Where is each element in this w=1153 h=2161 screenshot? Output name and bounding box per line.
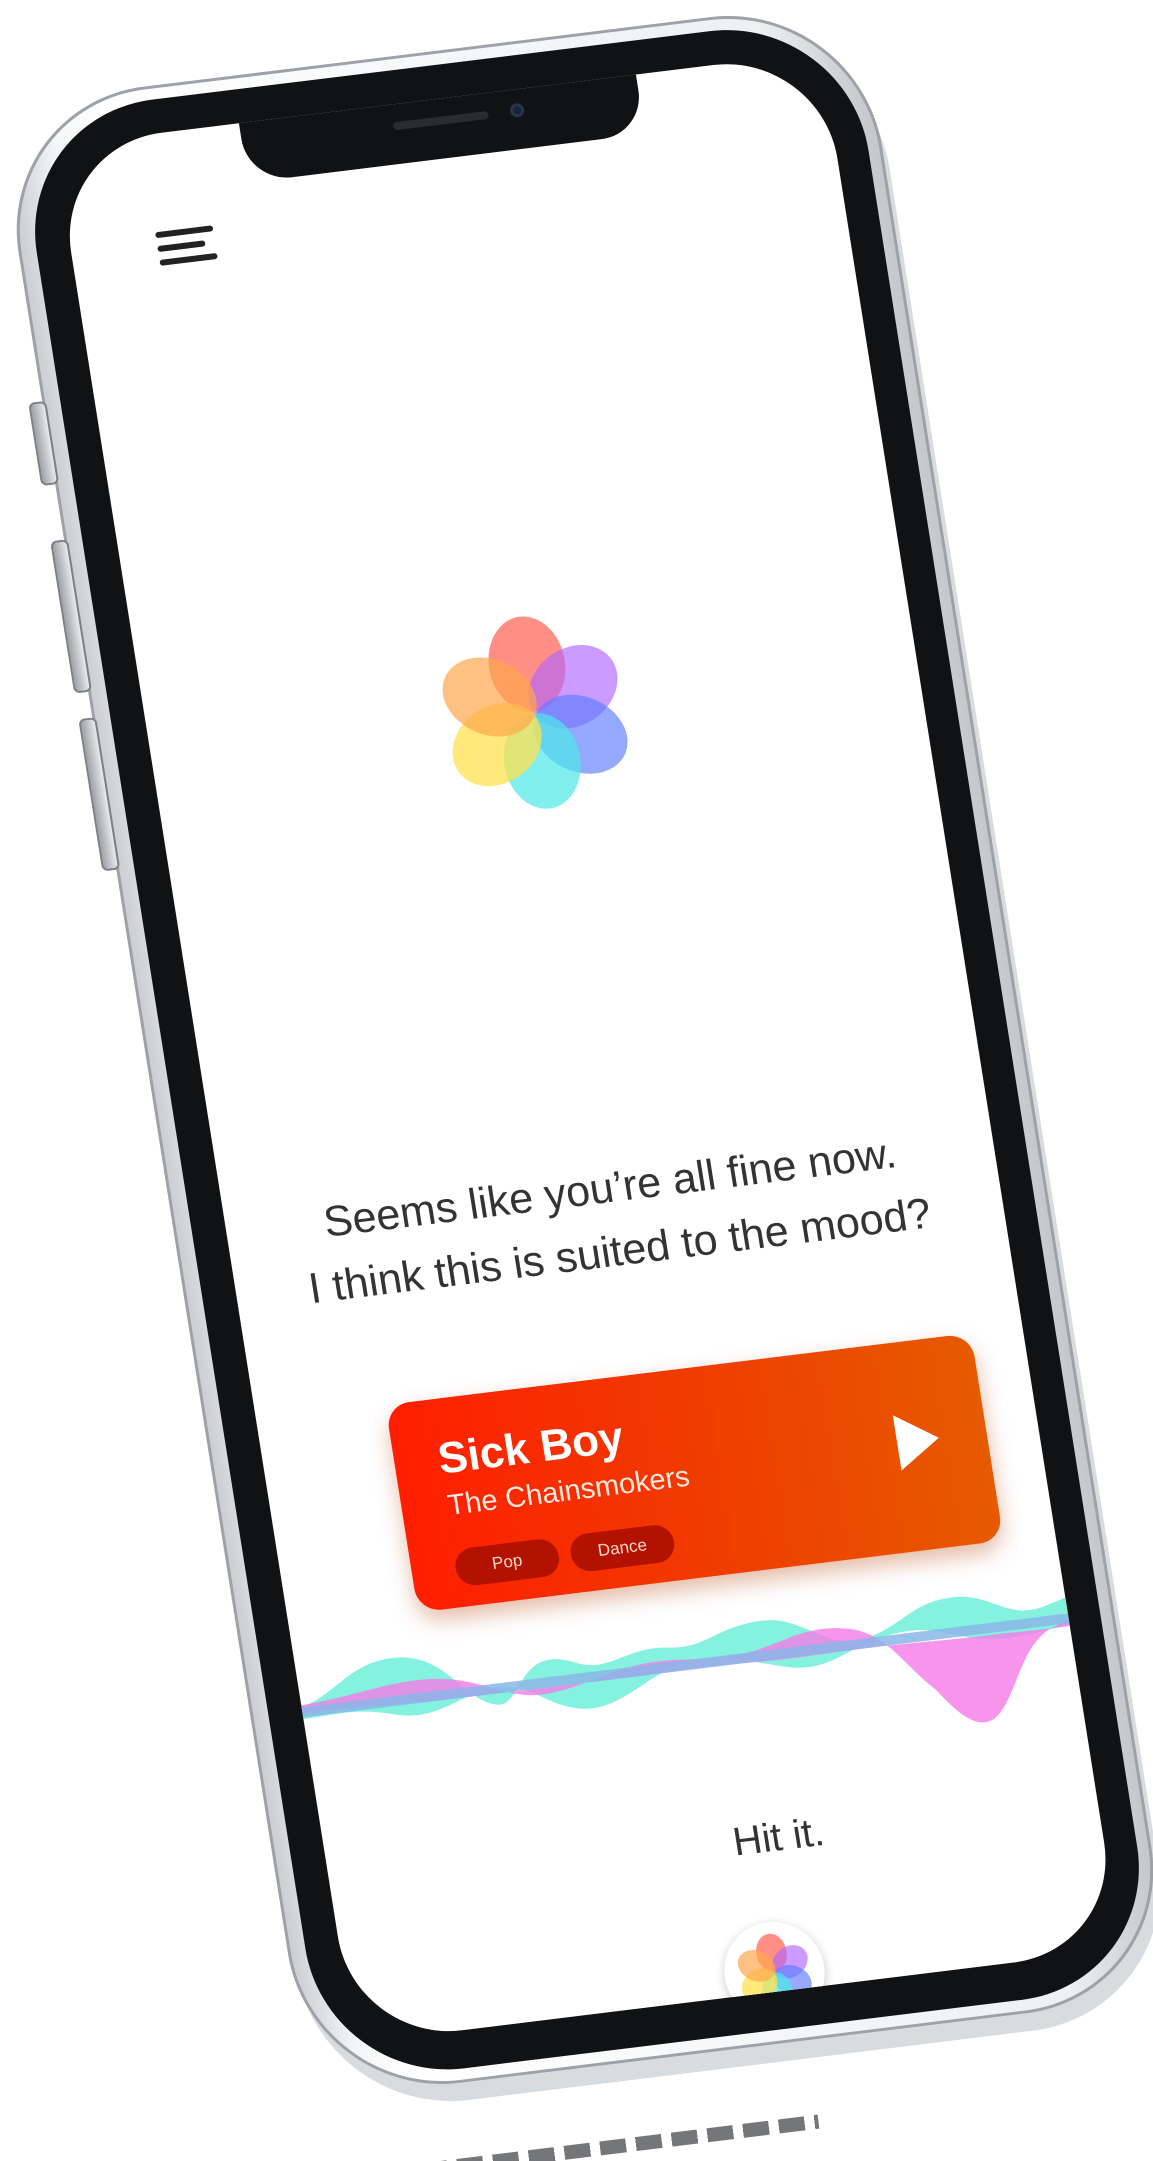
genre-tag-dance[interactable]: Dance (567, 1523, 678, 1574)
mood-prompt: Seems like you’re all fine now. I think … (222, 1109, 1008, 1330)
earpiece-speaker (392, 110, 490, 131)
song-card[interactable]: Sick Boy The Chainsmokers Pop Dance (385, 1333, 1004, 1613)
app-mockup: Seems like you’re all fine now. I think … (0, 0, 1153, 2161)
menu-line (159, 252, 218, 266)
phone-device: Seems like you’re all fine now. I think … (0, 0, 1153, 2119)
hamburger-menu-icon[interactable] (148, 219, 225, 277)
menu-line (154, 225, 214, 239)
menu-line (157, 240, 206, 253)
shadow-dashes (420, 2114, 820, 2161)
genre-tag-pop[interactable]: Pop (452, 1537, 562, 1588)
front-camera (509, 102, 526, 119)
phone-screen: Seems like you’re all fine now. I think … (54, 51, 1122, 2044)
flower-petals-logo-icon (442, 616, 628, 809)
play-icon[interactable] (892, 1410, 944, 1471)
